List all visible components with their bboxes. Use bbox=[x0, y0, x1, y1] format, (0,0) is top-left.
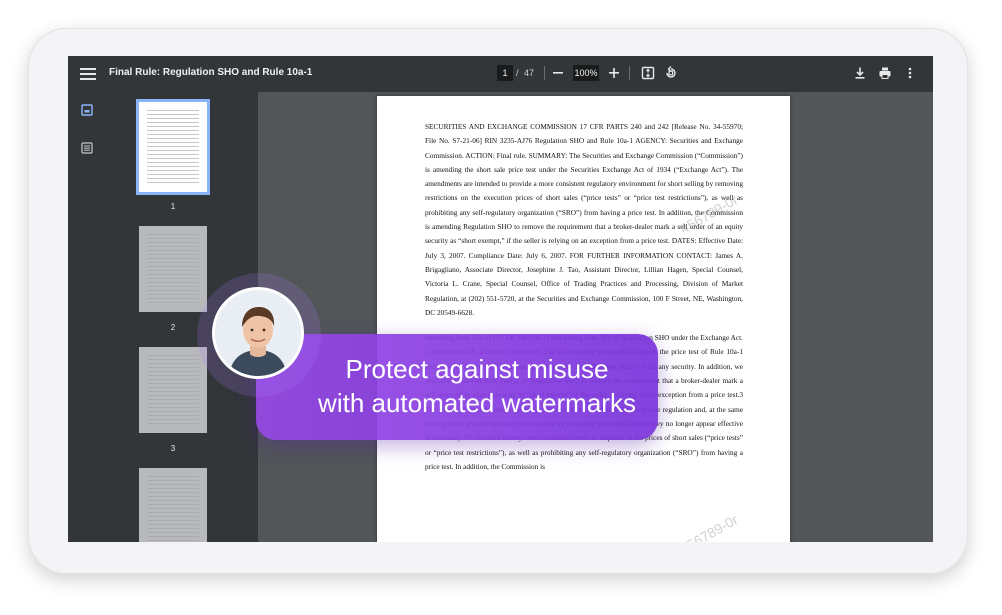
person-icon bbox=[215, 290, 301, 376]
document-title: Final Rule: Regulation SHO and Rule 10a-… bbox=[109, 67, 313, 78]
menu-icon[interactable] bbox=[80, 65, 96, 83]
thumbnail-label: 3 bbox=[170, 444, 176, 453]
zoom-in-icon[interactable] bbox=[605, 64, 623, 82]
zoom-level-input[interactable]: 100% bbox=[573, 65, 599, 81]
page-number-input[interactable]: 1 bbox=[497, 65, 513, 81]
thumbnail-page[interactable] bbox=[136, 99, 210, 195]
banner-subline: with automated watermarks bbox=[318, 388, 636, 418]
page-separator: / bbox=[516, 68, 519, 78]
more-options-icon[interactable] bbox=[901, 64, 919, 82]
download-icon[interactable] bbox=[851, 64, 869, 82]
paragraph: SECURITIES AND EXCHANGE COMMISSION 17 CF… bbox=[425, 122, 743, 317]
viewer-toolbar: Final Rule: Regulation SHO and Rule 10a-… bbox=[68, 56, 933, 92]
toolbar-divider bbox=[629, 66, 630, 80]
avatar bbox=[212, 287, 304, 379]
outline-icon[interactable] bbox=[81, 141, 93, 154]
watermark-text: 456789-0r bbox=[677, 511, 741, 542]
sidebar-rail bbox=[68, 92, 108, 542]
print-icon[interactable] bbox=[876, 64, 894, 82]
toolbar-divider bbox=[544, 66, 545, 80]
pdf-viewer: Final Rule: Regulation SHO and Rule 10a-… bbox=[68, 56, 933, 542]
thumbnail-page[interactable] bbox=[139, 226, 207, 312]
zoom-out-icon[interactable] bbox=[549, 64, 567, 82]
rotate-icon[interactable] bbox=[662, 64, 680, 82]
document-canvas[interactable]: SECURITIES AND EXCHANGE COMMISSION 17 CF… bbox=[258, 92, 933, 542]
document-page: SECURITIES AND EXCHANGE COMMISSION 17 CF… bbox=[377, 96, 790, 542]
fit-page-icon[interactable] bbox=[639, 64, 657, 82]
thumbnail-label: 1 bbox=[170, 202, 176, 211]
thumbnail-page[interactable] bbox=[139, 468, 207, 542]
thumbnail-page[interactable] bbox=[139, 347, 207, 433]
thumbnails-icon[interactable] bbox=[81, 103, 93, 116]
page-total: 47 bbox=[524, 68, 535, 78]
